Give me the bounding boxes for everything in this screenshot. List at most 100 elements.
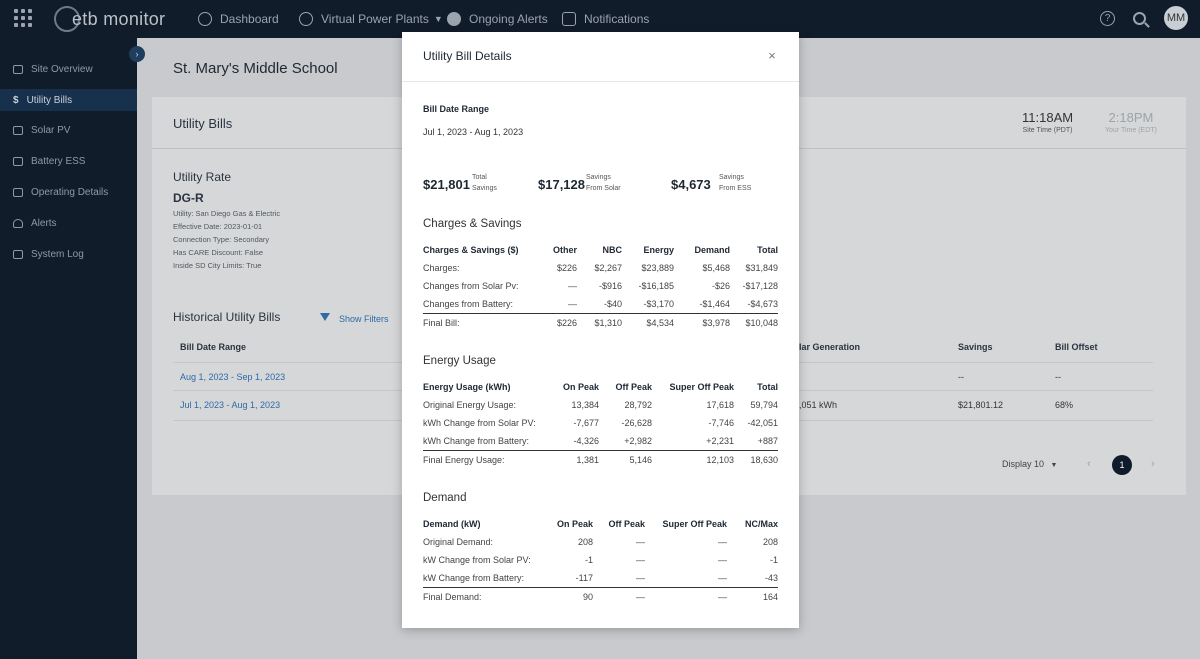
- current-page-button[interactable]: 1: [1112, 455, 1132, 475]
- sidebar-item-alerts[interactable]: Alerts: [0, 212, 137, 234]
- table-cell: 164: [727, 587, 778, 606]
- page-title: St. Mary's Middle School: [173, 60, 338, 77]
- solar-savings-label: Savings From Solar: [586, 172, 621, 194]
- page-size-select[interactable]: Display 10 ▼: [1002, 459, 1057, 469]
- table-cell: —: [636, 537, 645, 548]
- sidebar-item-utility-bills[interactable]: $ Utility Bills: [0, 89, 137, 111]
- column-header: On Peak: [556, 519, 593, 529]
- rate-effective-date: Effective Date: 2023-01-01: [173, 222, 263, 231]
- kpi-label-line: Savings: [472, 185, 497, 192]
- logo[interactable]: etb monitor: [54, 5, 165, 33]
- row-label: Final Energy Usage:: [423, 450, 549, 469]
- sidebar-collapse-button[interactable]: ›: [129, 46, 145, 62]
- table-cell: 28,792: [624, 400, 652, 411]
- energy-usage-table: Energy Usage (kWh) On Peak Off Peak Supe…: [423, 378, 778, 469]
- table-cell: -4,326: [573, 436, 599, 447]
- globe-icon: [299, 12, 313, 26]
- avatar[interactable]: MM: [1164, 6, 1188, 30]
- rate-utility: Utility: San Diego Gas & Electric: [173, 209, 281, 218]
- battery-icon: [13, 156, 23, 166]
- dollar-icon: $: [13, 94, 19, 106]
- search-icon[interactable]: [1133, 11, 1146, 25]
- sidebar-item-site-overview[interactable]: Site Overview: [0, 58, 137, 80]
- table-cell: 12,103: [652, 450, 734, 469]
- table-cell: —: [568, 281, 577, 292]
- table-row: Charges: $226 $2,267 $23,889 $5,468 $31,…: [423, 259, 778, 277]
- table-cell: 17,618: [706, 400, 734, 411]
- top-right-actions: ? MM: [1100, 6, 1188, 30]
- row-label: kW Change from Solar PV:: [423, 555, 531, 566]
- column-header-savings[interactable]: Savings: [958, 342, 993, 352]
- bill-link[interactable]: Aug 1, 2023 - Sep 1, 2023: [180, 372, 285, 382]
- table-cell: -42,051: [747, 418, 778, 429]
- help-icon[interactable]: ?: [1100, 10, 1115, 26]
- logo-text: etb monitor: [72, 8, 166, 29]
- table-row: Original Energy Usage: 13,384 28,792 17,…: [423, 396, 778, 414]
- table-cell: $226: [543, 313, 577, 332]
- table-header-row: Charges & Savings ($) Other NBC Energy D…: [423, 241, 778, 259]
- bill-date-range-value: Jul 1, 2023 - Aug 1, 2023: [423, 127, 524, 137]
- show-filters-link[interactable]: Show Filters: [339, 314, 389, 324]
- table-cell: $226: [556, 263, 577, 274]
- table-cell: 68%: [1055, 400, 1074, 410]
- table-header-row: Demand (kW) On Peak Off Peak Super Off P…: [423, 515, 778, 533]
- table-row-final: Final Demand: 90 — — 164: [423, 587, 778, 606]
- table-header-row: Energy Usage (kWh) On Peak Off Peak Supe…: [423, 378, 778, 396]
- modal-divider: [402, 81, 799, 82]
- sidebar-item-operating-details[interactable]: Operating Details: [0, 181, 137, 203]
- table-icon: [13, 249, 23, 259]
- utility-bill-details-modal: Utility Bill Details × Bill Date Range J…: [402, 32, 799, 628]
- bill-link[interactable]: Jul 1, 2023 - Aug 1, 2023: [180, 400, 280, 410]
- total-savings-label: Total Savings: [472, 172, 497, 194]
- close-icon[interactable]: ×: [766, 49, 778, 62]
- table-cell: --: [1055, 372, 1061, 382]
- nav-dashboard[interactable]: Dashboard: [198, 0, 279, 38]
- column-header: Demand (kW): [423, 519, 481, 529]
- table-cell: --: [958, 372, 964, 382]
- sidebar-item-label: Utility Bills: [26, 94, 73, 106]
- column-header-bill-date-range[interactable]: Bill Date Range: [180, 342, 246, 352]
- table-cell: —: [593, 587, 645, 606]
- column-header: Total: [757, 245, 778, 255]
- next-page-button[interactable]: ›: [1151, 458, 1155, 470]
- charges-savings-table: Charges & Savings ($) Other NBC Energy D…: [423, 241, 778, 332]
- filter-icon[interactable]: [320, 313, 330, 321]
- calendar-icon: [13, 187, 23, 197]
- dashboard-gauge-icon: [198, 12, 212, 26]
- column-header: Energy Usage (kWh): [423, 382, 511, 392]
- ess-savings-label: Savings From ESS: [719, 172, 751, 194]
- alert-icon: [447, 12, 461, 26]
- table-cell: -1: [584, 555, 593, 566]
- table-row: Changes from Solar Pv: — -$916 -$16,185 …: [423, 277, 778, 295]
- sidebar-item-label: System Log: [31, 248, 84, 260]
- row-label: Charges:: [423, 263, 460, 274]
- kpi-label-line: Total: [472, 174, 487, 181]
- prev-page-button[interactable]: ‹: [1087, 458, 1091, 470]
- column-header-solar-generation[interactable]: lar Generation: [799, 342, 860, 352]
- rate-connection-type: Connection Type: Secondary: [173, 235, 270, 244]
- sidebar-item-solar-pv[interactable]: Solar PV: [0, 119, 137, 141]
- sidebar-item-label: Alerts: [31, 217, 57, 229]
- column-header: On Peak: [562, 382, 599, 392]
- table-row-final: Final Bill: $226 $1,310 $4,534 $3,978 $1…: [423, 313, 778, 332]
- sidebar-item-system-log[interactable]: System Log: [0, 243, 137, 265]
- table-cell: 13,384: [571, 400, 599, 411]
- table-cell: $5,468: [702, 263, 730, 274]
- row-label: Final Bill:: [423, 313, 543, 332]
- card-title: Utility Bills: [173, 116, 233, 131]
- site-time-label: Site Time (PDT): [1022, 127, 1073, 134]
- row-label: Changes from Battery:: [423, 299, 514, 310]
- bill-date-range-label: Bill Date Range: [423, 104, 490, 114]
- app-grid-icon[interactable]: [14, 9, 32, 27]
- table-cell: ,051 kWh: [799, 400, 838, 410]
- row-label: Original Energy Usage:: [423, 400, 517, 411]
- column-header-bill-offset[interactable]: Bill Offset: [1055, 342, 1098, 352]
- table-cell: $21,801.12: [958, 400, 1004, 410]
- table-cell: +887: [757, 436, 778, 447]
- column-header: Total: [757, 382, 778, 392]
- table-cell: -$3,170: [643, 299, 674, 310]
- table-cell: $23,889: [641, 263, 674, 274]
- sidebar: Site Overview $ Utility Bills Solar PV B…: [0, 38, 137, 659]
- table-cell: —: [645, 587, 727, 606]
- sidebar-item-battery-ess[interactable]: Battery ESS: [0, 150, 137, 172]
